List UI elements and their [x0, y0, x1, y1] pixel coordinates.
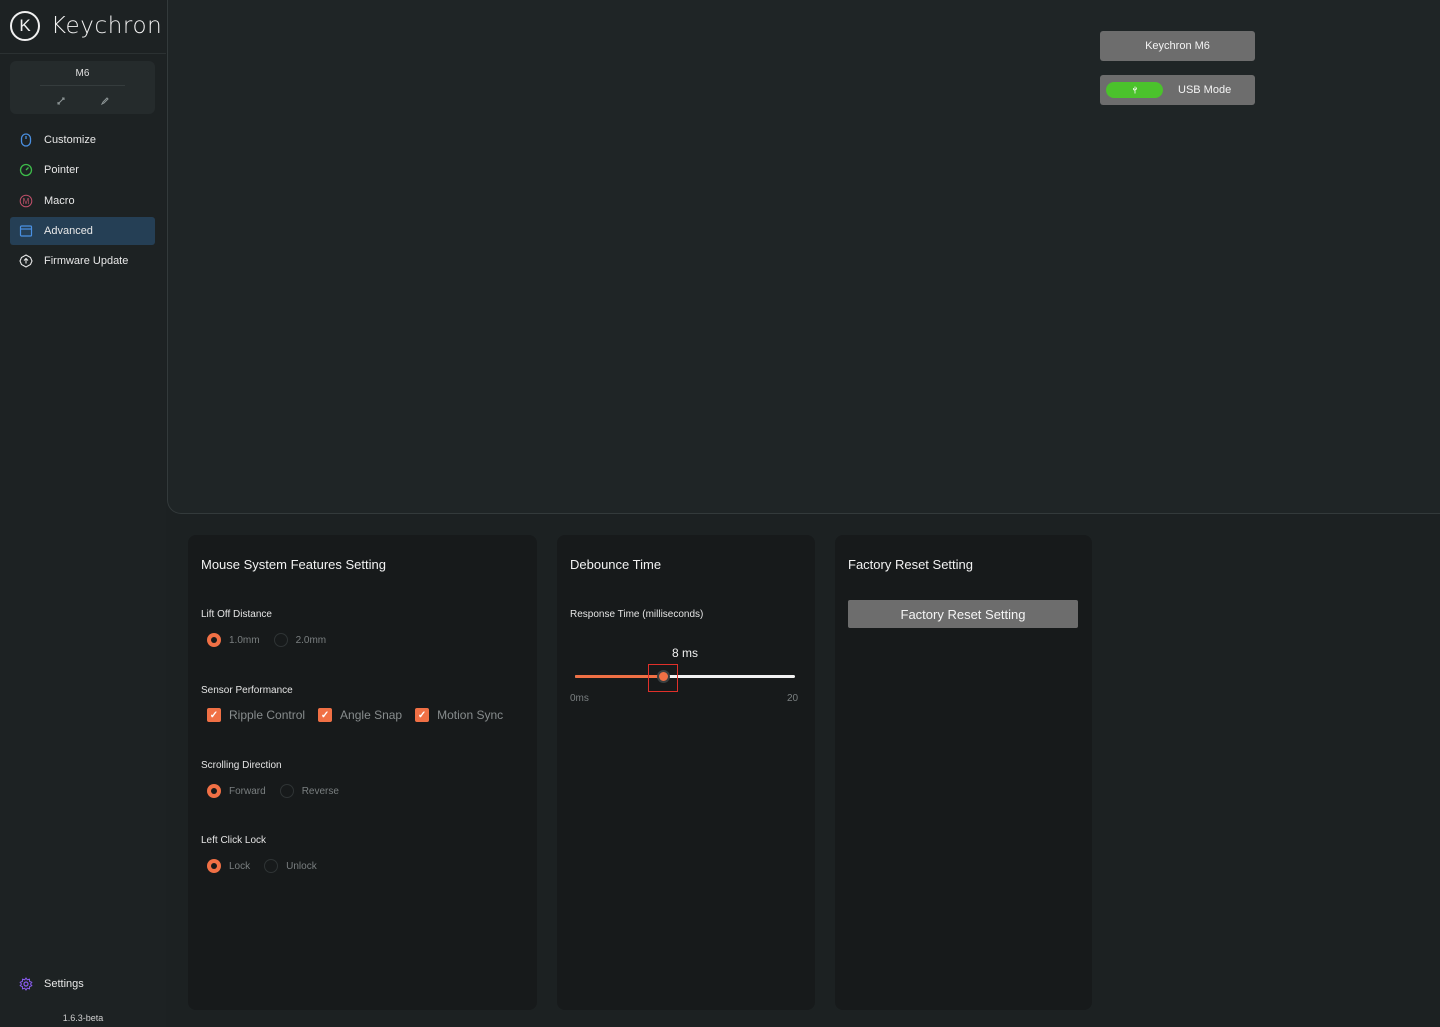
radio-label: Reverse	[301, 785, 339, 797]
nav-label: Firmware Update	[44, 255, 129, 267]
link-icon[interactable]	[55, 95, 67, 107]
nav-macro[interactable]: M Macro	[10, 187, 155, 215]
radio-label: Unlock	[286, 860, 317, 872]
keychron-logo-icon: K	[10, 11, 40, 41]
scroll-reverse-radio[interactable]	[279, 784, 294, 798]
pointer-speed-icon	[19, 163, 33, 177]
lift-off-options: 1.0mm 2.0mm	[207, 633, 340, 647]
firmware-update-icon	[19, 254, 33, 268]
advanced-window-icon	[19, 224, 33, 238]
card-title: Factory Reset Setting	[848, 557, 973, 572]
sensor-performance-label: Sensor Performance	[201, 685, 293, 696]
brand-name: Keychron	[51, 13, 163, 39]
scrolling-direction-label: Scrolling Direction	[201, 760, 282, 771]
mouse-features-card: Mouse System Features Setting Lift Off D…	[188, 535, 537, 1010]
gear-icon	[19, 977, 33, 991]
device-divider	[40, 85, 125, 86]
radio-label: 1.0mm	[229, 634, 260, 646]
usb-status-indicator	[1106, 82, 1163, 98]
lift-off-label: Lift Off Distance	[201, 609, 272, 620]
sidebar: K Keychron M6 Customize Pointer M Macro …	[0, 0, 166, 1027]
slider-value-label: 8 ms	[671, 646, 698, 660]
click-unlock-radio[interactable]	[264, 859, 279, 873]
factory-reset-button[interactable]: Factory Reset Setting	[848, 600, 1078, 628]
click-lock-options: Lock Unlock	[207, 859, 331, 873]
checkbox-label: Motion Sync	[437, 708, 504, 722]
slider-focus-highlight	[648, 664, 678, 692]
brand-logo: K Keychron	[10, 10, 162, 42]
slider-max-label: 20	[787, 693, 799, 704]
sensor-options: ✓ Ripple Control ✓ Angle Snap ✓ Motion S…	[207, 708, 516, 722]
usb-plug-icon	[1132, 86, 1137, 94]
mouse-icon	[19, 133, 33, 147]
svg-text:M: M	[23, 197, 30, 206]
app-version: 1.6.3-beta	[62, 1013, 104, 1023]
click-lock-radio[interactable]	[207, 859, 221, 873]
angle-snap-checkbox[interactable]: ✓	[318, 708, 333, 722]
device-name: M6	[75, 68, 90, 79]
connection-mode-label: USB Mode	[1178, 84, 1232, 96]
device-card[interactable]: M6	[10, 61, 155, 114]
debounce-card: Debounce Time Response Time (millisecond…	[557, 535, 815, 1010]
scrolling-options: Forward Reverse	[207, 784, 353, 798]
nav-label: Advanced	[44, 225, 93, 237]
ripple-control-checkbox[interactable]: ✓	[207, 708, 221, 722]
macro-m-icon: M	[19, 194, 33, 208]
response-time-label: Response Time (milliseconds)	[570, 609, 704, 620]
debounce-slider-track[interactable]	[575, 670, 795, 683]
scroll-forward-radio[interactable]	[207, 784, 221, 798]
card-title: Debounce Time	[570, 557, 662, 572]
connection-mode-button[interactable]: USB Mode	[1100, 75, 1255, 105]
checkbox-label: Angle Snap	[340, 708, 403, 722]
nav-label: Pointer	[44, 164, 79, 176]
radio-label: 2.0mm	[295, 634, 327, 646]
motion-sync-checkbox[interactable]: ✓	[415, 708, 430, 722]
left-click-lock-label: Left Click Lock	[201, 835, 267, 846]
settings-label: Settings	[44, 978, 84, 990]
radio-label: Forward	[229, 785, 266, 797]
factory-reset-card: Factory Reset Setting Factory Reset Sett…	[835, 535, 1092, 1010]
checkbox-label: Ripple Control	[229, 708, 306, 722]
nav-label: Macro	[44, 195, 75, 207]
nav-firmware-update[interactable]: Firmware Update	[10, 247, 155, 275]
nav-settings[interactable]: Settings	[10, 970, 155, 998]
radio-label: Lock	[229, 860, 251, 872]
nav-customize[interactable]: Customize	[10, 126, 155, 154]
edit-pencil-icon[interactable]	[99, 95, 111, 107]
app-window: K Keychron M6 Customize Pointer M Macro …	[0, 0, 1440, 1027]
nav-pointer[interactable]: Pointer	[10, 156, 155, 184]
nav-advanced[interactable]: Advanced	[10, 217, 155, 245]
lift-off-radio-1mm[interactable]	[207, 633, 221, 647]
logo-divider	[0, 53, 166, 54]
device-model-button[interactable]: Keychron M6	[1100, 31, 1255, 61]
nav-label: Customize	[44, 134, 96, 146]
lift-off-radio-2mm[interactable]	[273, 633, 288, 647]
card-title: Mouse System Features Setting	[201, 557, 386, 572]
slider-min-label: 0ms	[570, 693, 589, 704]
